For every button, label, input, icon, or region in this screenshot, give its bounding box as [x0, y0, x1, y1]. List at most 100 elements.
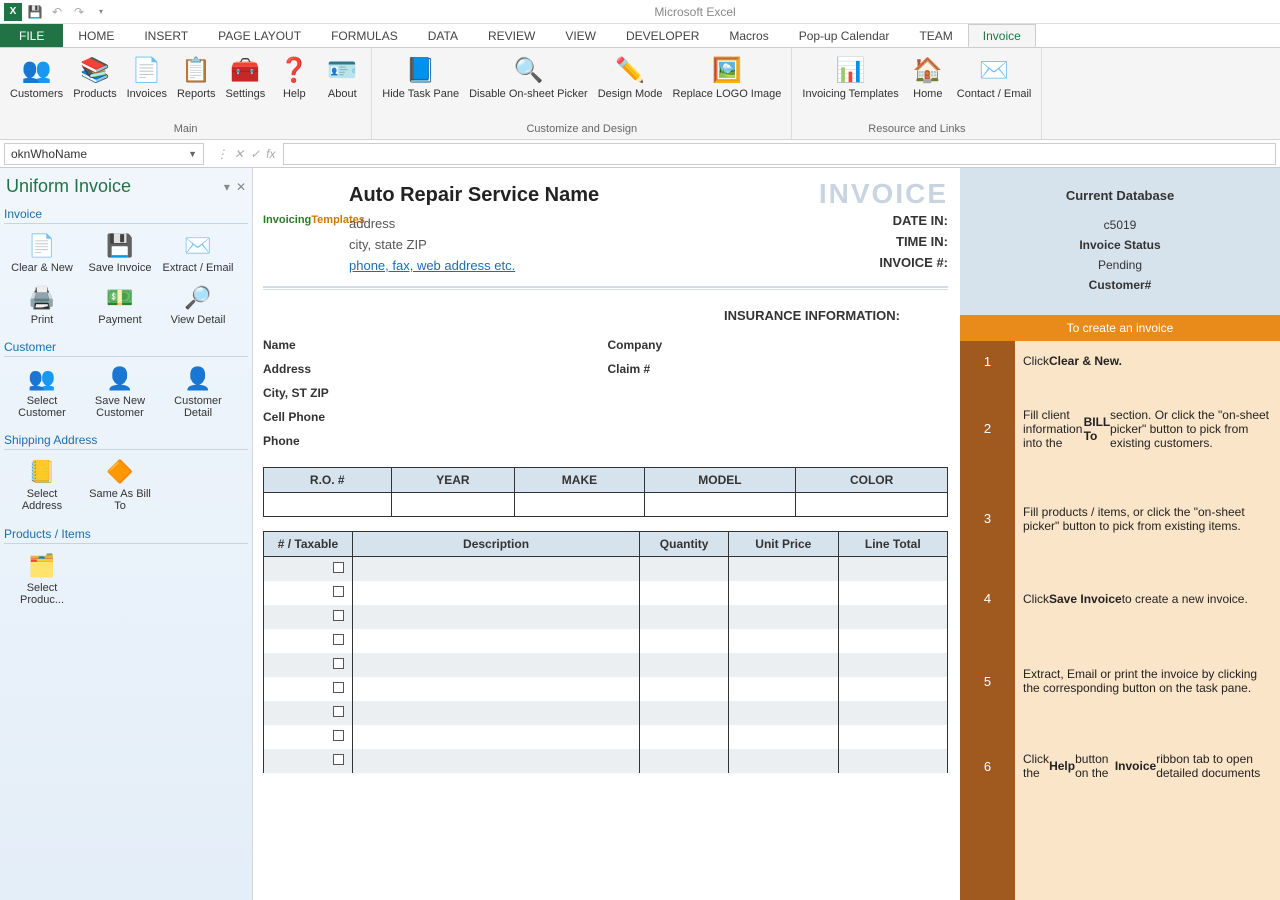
item-cell[interactable] — [264, 677, 353, 701]
item-cell[interactable] — [838, 629, 947, 653]
item-cell[interactable] — [352, 605, 639, 629]
item-cell[interactable] — [729, 629, 838, 653]
taxable-checkbox[interactable] — [333, 586, 344, 597]
ribbon-button-about[interactable]: 🪪About — [319, 50, 365, 123]
undo-icon[interactable]: ↶ — [48, 3, 66, 21]
item-cell[interactable] — [352, 749, 639, 773]
item-cell[interactable] — [352, 725, 639, 749]
item-cell[interactable] — [838, 653, 947, 677]
ribbon-button-products[interactable]: 📚Products — [69, 50, 120, 123]
item-cell[interactable] — [352, 581, 639, 605]
taskpane-button-save-new-customer[interactable]: 👤Save New Customer — [82, 361, 158, 423]
taxable-checkbox[interactable] — [333, 730, 344, 741]
item-cell[interactable] — [640, 605, 729, 629]
ribbon-button-contact-email[interactable]: ✉️Contact / Email — [953, 50, 1036, 123]
table-row[interactable] — [264, 581, 948, 605]
billto-label[interactable]: Cell Phone — [263, 405, 604, 429]
item-cell[interactable] — [838, 605, 947, 629]
taskpane-button-same-as-bill-to[interactable]: 🔶Same As Bill To — [82, 454, 158, 516]
save-icon[interactable]: 💾 — [26, 3, 44, 21]
qat-dropdown-icon[interactable]: ▾ — [92, 3, 110, 21]
ribbon-button-help[interactable]: ❓Help — [271, 50, 317, 123]
ribbon-tab-view[interactable]: VIEW — [550, 24, 611, 47]
item-cell[interactable] — [729, 701, 838, 725]
ribbon-button-design-mode[interactable]: ✏️Design Mode — [594, 50, 667, 123]
insurance-label[interactable]: Company — [608, 333, 949, 357]
accept-icon[interactable]: ✓ — [250, 147, 260, 161]
taskpane-button-payment[interactable]: 💵Payment — [82, 280, 158, 330]
item-cell[interactable] — [264, 605, 353, 629]
item-cell[interactable] — [729, 581, 838, 605]
company-contact-link[interactable]: phone, fax, web address etc. — [349, 255, 748, 276]
item-cell[interactable] — [264, 701, 353, 725]
formula-input[interactable] — [283, 143, 1276, 165]
item-cell[interactable] — [352, 653, 639, 677]
vehicle-cell[interactable] — [391, 493, 515, 517]
chevron-down-icon[interactable]: ▼ — [188, 149, 197, 159]
item-cell[interactable] — [838, 581, 947, 605]
table-row[interactable] — [264, 725, 948, 749]
taskpane-button-view-detail[interactable]: 🔎View Detail — [160, 280, 236, 330]
vehicle-cell[interactable] — [796, 493, 948, 517]
ribbon-tab-review[interactable]: REVIEW — [473, 24, 550, 47]
table-row[interactable] — [264, 701, 948, 725]
item-cell[interactable] — [838, 677, 947, 701]
vehicle-table[interactable]: R.O. #YEARMAKEMODELCOLOR — [263, 467, 948, 517]
item-cell[interactable] — [838, 749, 947, 773]
vehicle-cell[interactable] — [644, 493, 796, 517]
item-cell[interactable] — [729, 605, 838, 629]
item-cell[interactable] — [352, 677, 639, 701]
ribbon-tab-team[interactable]: TEAM — [904, 24, 967, 47]
item-cell[interactable] — [264, 725, 353, 749]
item-cell[interactable] — [640, 557, 729, 581]
billto-label[interactable]: City, ST ZIP — [263, 381, 604, 405]
taskpane-button-extract-email[interactable]: ✉️Extract / Email — [160, 228, 236, 278]
ribbon-button-replace-logo-image[interactable]: 🖼️Replace LOGO Image — [669, 50, 786, 123]
ribbon-tab-home[interactable]: HOME — [63, 24, 129, 47]
taskpane-button-select-produc-[interactable]: 🗂️Select Produc... — [4, 548, 80, 610]
item-cell[interactable] — [264, 629, 353, 653]
item-cell[interactable] — [352, 629, 639, 653]
ribbon-tab-page-layout[interactable]: PAGE LAYOUT — [203, 24, 316, 47]
taxable-checkbox[interactable] — [333, 706, 344, 717]
chevron-down-icon[interactable]: ▾ — [224, 180, 230, 194]
item-cell[interactable] — [640, 581, 729, 605]
item-cell[interactable] — [640, 629, 729, 653]
item-cell[interactable] — [838, 701, 947, 725]
ribbon-tab-macros[interactable]: Macros — [714, 24, 783, 47]
item-cell[interactable] — [640, 653, 729, 677]
menu-icon[interactable]: ⋮ — [216, 147, 228, 161]
taxable-checkbox[interactable] — [333, 682, 344, 693]
billto-label[interactable]: Name — [263, 333, 604, 357]
table-row[interactable] — [264, 605, 948, 629]
taskpane-button-print[interactable]: 🖨️Print — [4, 280, 80, 330]
item-cell[interactable] — [264, 557, 353, 581]
taskpane-button-clear-new[interactable]: 📄Clear & New — [4, 228, 80, 278]
name-box[interactable]: oknWhoName ▼ — [4, 143, 204, 165]
item-cell[interactable] — [729, 557, 838, 581]
worksheet[interactable]: InvoicingTemplates Auto Repair Service N… — [253, 168, 960, 900]
ribbon-button-invoices[interactable]: 📄Invoices — [123, 50, 171, 123]
item-cell[interactable] — [640, 749, 729, 773]
table-row[interactable] — [264, 749, 948, 773]
line-items-table[interactable]: # / TaxableDescriptionQuantityUnit Price… — [263, 531, 948, 773]
item-cell[interactable] — [640, 725, 729, 749]
item-cell[interactable] — [264, 749, 353, 773]
ribbon-tab-pop-up-calendar[interactable]: Pop-up Calendar — [784, 24, 905, 47]
taxable-checkbox[interactable] — [333, 610, 344, 621]
item-cell[interactable] — [838, 557, 947, 581]
taxable-checkbox[interactable] — [333, 658, 344, 669]
ribbon-button-disable-on-sheet-picker[interactable]: 🔍Disable On-sheet Picker — [465, 50, 592, 123]
billto-label[interactable]: Phone — [263, 429, 604, 453]
item-cell[interactable] — [729, 677, 838, 701]
item-cell[interactable] — [729, 653, 838, 677]
ribbon-button-home[interactable]: 🏠Home — [905, 50, 951, 123]
ribbon-button-reports[interactable]: 📋Reports — [173, 50, 220, 123]
close-icon[interactable]: ✕ — [236, 180, 246, 194]
item-cell[interactable] — [264, 653, 353, 677]
ribbon-tab-formulas[interactable]: FORMULAS — [316, 24, 413, 47]
item-cell[interactable] — [352, 701, 639, 725]
cancel-icon[interactable]: ✕ — [234, 147, 244, 161]
ribbon-tab-developer[interactable]: DEVELOPER — [611, 24, 714, 47]
taxable-checkbox[interactable] — [333, 634, 344, 645]
